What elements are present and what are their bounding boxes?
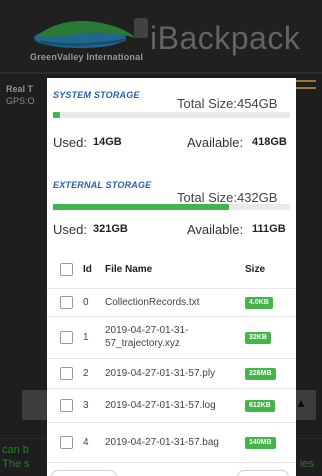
row-id: 4 xyxy=(83,422,105,463)
row-id: 0 xyxy=(83,288,105,317)
table-row[interactable]: 0 CollectionRecords.txt 4.0KB xyxy=(47,288,296,317)
row-select-cell xyxy=(47,358,83,389)
external-storage-section: EXTERNAL STORAGE Total Size:432GB Used: … xyxy=(47,168,296,260)
table-row[interactable]: 4 2019-04-27-01-31-57.bag 140MB xyxy=(47,422,296,463)
system-total-size: Total Size:454GB xyxy=(177,96,278,111)
storage-dialog: SYSTEM STORAGE Total Size:454GB Used: 14… xyxy=(47,78,296,476)
system-used-value: 14GB xyxy=(93,136,122,148)
system-available-label: Available: xyxy=(187,135,244,150)
external-available-label: Available: xyxy=(187,222,244,237)
row-id: 3 xyxy=(83,388,105,423)
external-total-size: Total Size:432GB xyxy=(177,190,278,205)
column-header-file-name: File Name xyxy=(105,252,245,289)
select-all-checkbox[interactable] xyxy=(59,263,73,277)
row-id: 1 xyxy=(83,316,105,359)
size-badge: 4.0KB xyxy=(245,296,273,309)
size-badge: 140MB xyxy=(245,436,276,449)
system-usage-fill xyxy=(53,112,61,118)
system-available-value: 418GB xyxy=(252,136,287,148)
row-file-name: 2019-04-27-01-31-57.log xyxy=(105,388,245,423)
row-size-cell: 612KB xyxy=(245,388,296,423)
system-storage-heading: SYSTEM STORAGE xyxy=(53,90,140,100)
external-usage-fill xyxy=(53,204,230,210)
external-used-label: Used: xyxy=(53,222,87,237)
system-usage-bar xyxy=(53,112,290,118)
row-select-cell xyxy=(47,316,83,359)
dialog-cancel-button[interactable] xyxy=(51,470,117,476)
row-id: 2 xyxy=(83,358,105,389)
external-available-value: 111GB xyxy=(252,223,286,235)
system-storage-section: SYSTEM STORAGE Total Size:454GB Used: 14… xyxy=(47,78,296,170)
row-file-name: 2019-04-27-01-31-57_trajectory.xyz xyxy=(105,316,245,359)
table-header-row: Id File Name Size xyxy=(47,252,296,289)
row-checkbox[interactable] xyxy=(59,295,73,309)
table-row[interactable]: 3 2019-04-27-01-31-57.log 612KB xyxy=(47,388,296,423)
external-storage-heading: EXTERNAL STORAGE xyxy=(53,180,152,190)
row-size-cell: 140MB xyxy=(245,422,296,463)
size-badge: 32KB xyxy=(245,331,271,344)
row-checkbox[interactable] xyxy=(59,435,73,449)
row-size-cell: 226MB xyxy=(245,358,296,389)
system-used-label: Used: xyxy=(53,135,87,150)
row-file-name: 2019-04-27-01-31-57.bag xyxy=(105,422,245,463)
dialog-confirm-button[interactable] xyxy=(237,470,289,476)
table-row[interactable]: 2 2019-04-27-01-31-57.ply 226MB xyxy=(47,358,296,389)
row-size-cell: 4.0KB xyxy=(245,288,296,317)
row-select-cell xyxy=(47,288,83,317)
row-size-cell: 32KB xyxy=(245,316,296,359)
row-checkbox[interactable] xyxy=(59,330,73,344)
row-select-cell xyxy=(47,388,83,423)
external-used-value: 321GB xyxy=(93,223,128,235)
row-checkbox[interactable] xyxy=(59,398,73,412)
file-table: Id File Name Size 0 CollectionRecords.tx… xyxy=(47,252,296,463)
size-badge: 612KB xyxy=(245,399,275,412)
table-row[interactable]: 1 2019-04-27-01-31-57_trajectory.xyz 32K… xyxy=(47,316,296,359)
row-select-cell xyxy=(47,422,83,463)
column-header-size: Size xyxy=(245,252,296,289)
select-all-cell xyxy=(47,252,83,289)
row-checkbox[interactable] xyxy=(59,366,73,380)
external-usage-bar xyxy=(53,204,290,210)
row-file-name: CollectionRecords.txt xyxy=(105,288,245,317)
size-badge: 226MB xyxy=(245,367,276,380)
column-header-id: Id xyxy=(83,252,105,289)
row-file-name: 2019-04-27-01-31-57.ply xyxy=(105,358,245,389)
